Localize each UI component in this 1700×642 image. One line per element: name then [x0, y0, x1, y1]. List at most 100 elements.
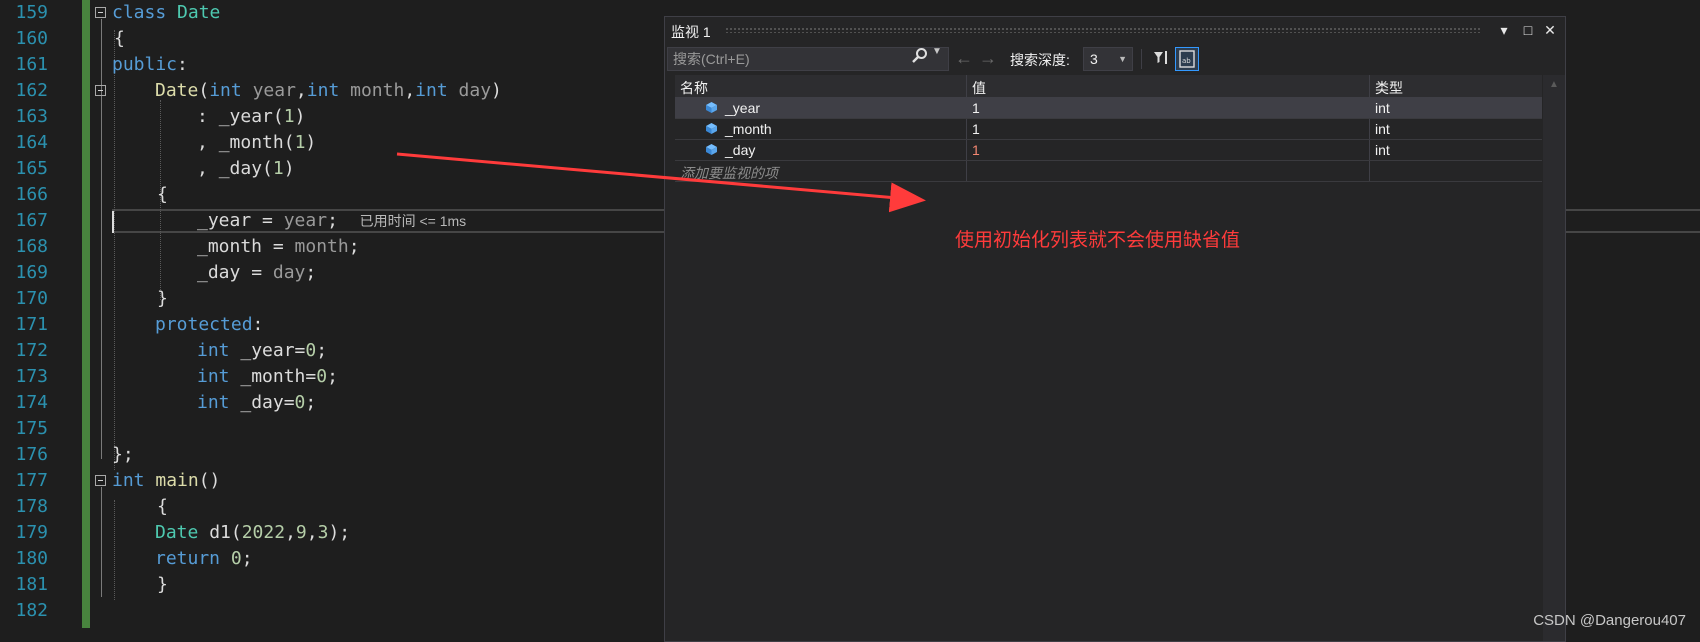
punct: }; [112, 444, 134, 465]
punct: ; [316, 340, 328, 361]
title-grip[interactable] [725, 27, 1481, 33]
column-header-type[interactable]: 类型 [1375, 78, 1403, 98]
keyword: protected [155, 314, 253, 335]
code-line-173: int _month=0; [197, 364, 338, 390]
chevron-down-icon: ▼ [1118, 54, 1127, 64]
fold-toggle-class[interactable] [95, 7, 106, 18]
search-depth-select[interactable]: 3 ▼ [1083, 47, 1133, 71]
keyword: return [155, 548, 221, 569]
watch-row-value-changed[interactable]: 1 [972, 142, 980, 158]
number: 1 [294, 132, 306, 153]
column-divider [1369, 140, 1370, 160]
line-number: 172 [15, 340, 48, 361]
scroll-up-icon[interactable]: ▲ [1549, 79, 1559, 90]
punct: { [114, 28, 125, 49]
punct: } [157, 574, 168, 595]
punct: { [157, 496, 168, 517]
fold-toggle-main[interactable] [95, 475, 106, 486]
punct: , [404, 80, 416, 101]
punct: } [157, 288, 168, 309]
column-divider [1369, 119, 1370, 139]
watch-window[interactable]: 监视 1 ▾ □ ✕ 搜索(Ctrl+E) ▼ ← → 搜索深度: 3 ▼ ab… [664, 16, 1566, 642]
line-number: 178 [15, 496, 48, 517]
search-forward-icon[interactable]: → [978, 47, 998, 69]
punct: ) [491, 80, 502, 101]
watch-row[interactable]: _year 1 int [675, 98, 1542, 119]
keyword: int [197, 366, 230, 387]
column-header-name[interactable]: 名称 [680, 78, 708, 98]
watch-row[interactable]: _month 1 int [675, 119, 1542, 140]
search-options-dropdown-icon[interactable]: ▼ [932, 46, 942, 57]
watch-row[interactable]: _day 1 int [675, 140, 1542, 161]
punct: ; [327, 210, 338, 231]
column-divider[interactable] [966, 75, 967, 97]
code-line-166: { [157, 182, 168, 208]
code-line-159: class Date [112, 0, 220, 26]
filter-pin-icon[interactable] [1149, 47, 1173, 71]
punct: , [285, 522, 296, 543]
watch-grid[interactable]: 名称 值 类型 _year 1 int _month 1 int _day 1 [675, 75, 1542, 182]
punct: ; [327, 366, 338, 387]
member-field-icon [705, 143, 718, 156]
watermark: CSDN @Dangerou407 [1533, 612, 1686, 629]
code-line-176: }; [112, 442, 134, 468]
code-line-181: } [157, 572, 168, 598]
param: year [283, 210, 328, 231]
maximize-icon[interactable]: □ [1519, 21, 1537, 39]
search-icon[interactable] [911, 47, 929, 65]
add-watch-row[interactable]: 添加要监视的项 [675, 161, 1542, 182]
change-indicator-bar [82, 0, 90, 628]
keyword: int [209, 80, 242, 101]
code-line-168: _month = month; [197, 234, 360, 260]
keyword: int [112, 470, 145, 491]
watch-row-value[interactable]: 1 [972, 100, 980, 116]
param: day [458, 80, 492, 101]
search-input[interactable]: 搜索(Ctrl+E) [667, 47, 949, 71]
keyword: class [112, 2, 167, 23]
member: _day [218, 158, 263, 179]
punct [220, 548, 231, 569]
line-number: 177 [15, 470, 48, 491]
watch-title: 监视 1 [671, 24, 711, 40]
code-line-167: _year = year; 已用时间 <= 1ms [197, 208, 466, 234]
code-line-169: _day = day; [197, 260, 316, 286]
perf-tip[interactable]: 已用时间 <= 1ms [360, 213, 467, 229]
number: 1 [283, 106, 295, 127]
add-watch-placeholder[interactable]: 添加要监视的项 [680, 163, 778, 183]
number: 9 [295, 522, 307, 543]
code-line-174: int _day=0; [197, 390, 316, 416]
number: 0 [230, 548, 242, 569]
punct: , [295, 80, 307, 101]
hex-display-toggle-icon[interactable]: ab [1175, 47, 1199, 71]
punct: { [157, 184, 168, 205]
punct: : [197, 106, 219, 127]
line-number: 163 [15, 106, 48, 127]
function-name: Date [155, 80, 199, 101]
number: 0 [305, 340, 317, 361]
watch-row-name[interactable]: _day [725, 142, 755, 158]
column-divider [966, 140, 967, 160]
code-line-172: int _year=0; [197, 338, 327, 364]
number: 0 [316, 366, 328, 387]
function-name: main [144, 470, 199, 491]
number: 3 [317, 522, 329, 543]
watch-row-name[interactable]: _year [725, 100, 760, 116]
code-line-177: int main() [112, 468, 220, 494]
watch-title-bar[interactable]: 监视 1 ▾ □ ✕ [665, 17, 1565, 45]
close-icon[interactable]: ✕ [1541, 21, 1559, 39]
vertical-scrollbar[interactable]: ▲ [1543, 75, 1565, 641]
keyword: int [306, 80, 340, 101]
column-divider [966, 98, 967, 118]
search-back-icon[interactable]: ← [954, 47, 974, 69]
column-divider[interactable] [1369, 75, 1370, 97]
code-line-163: : _year(1) [197, 104, 305, 130]
watch-row-type: int [1375, 142, 1390, 158]
code-line-164: , _month(1) [197, 130, 316, 156]
line-number: 168 [15, 236, 48, 257]
watch-row-name[interactable]: _month [725, 121, 772, 137]
column-header-value[interactable]: 值 [972, 78, 986, 98]
window-menu-dropdown-icon[interactable]: ▾ [1495, 21, 1513, 39]
fold-toggle-constructor[interactable] [95, 85, 106, 96]
number: 1 [272, 158, 284, 179]
watch-row-value[interactable]: 1 [972, 121, 980, 137]
